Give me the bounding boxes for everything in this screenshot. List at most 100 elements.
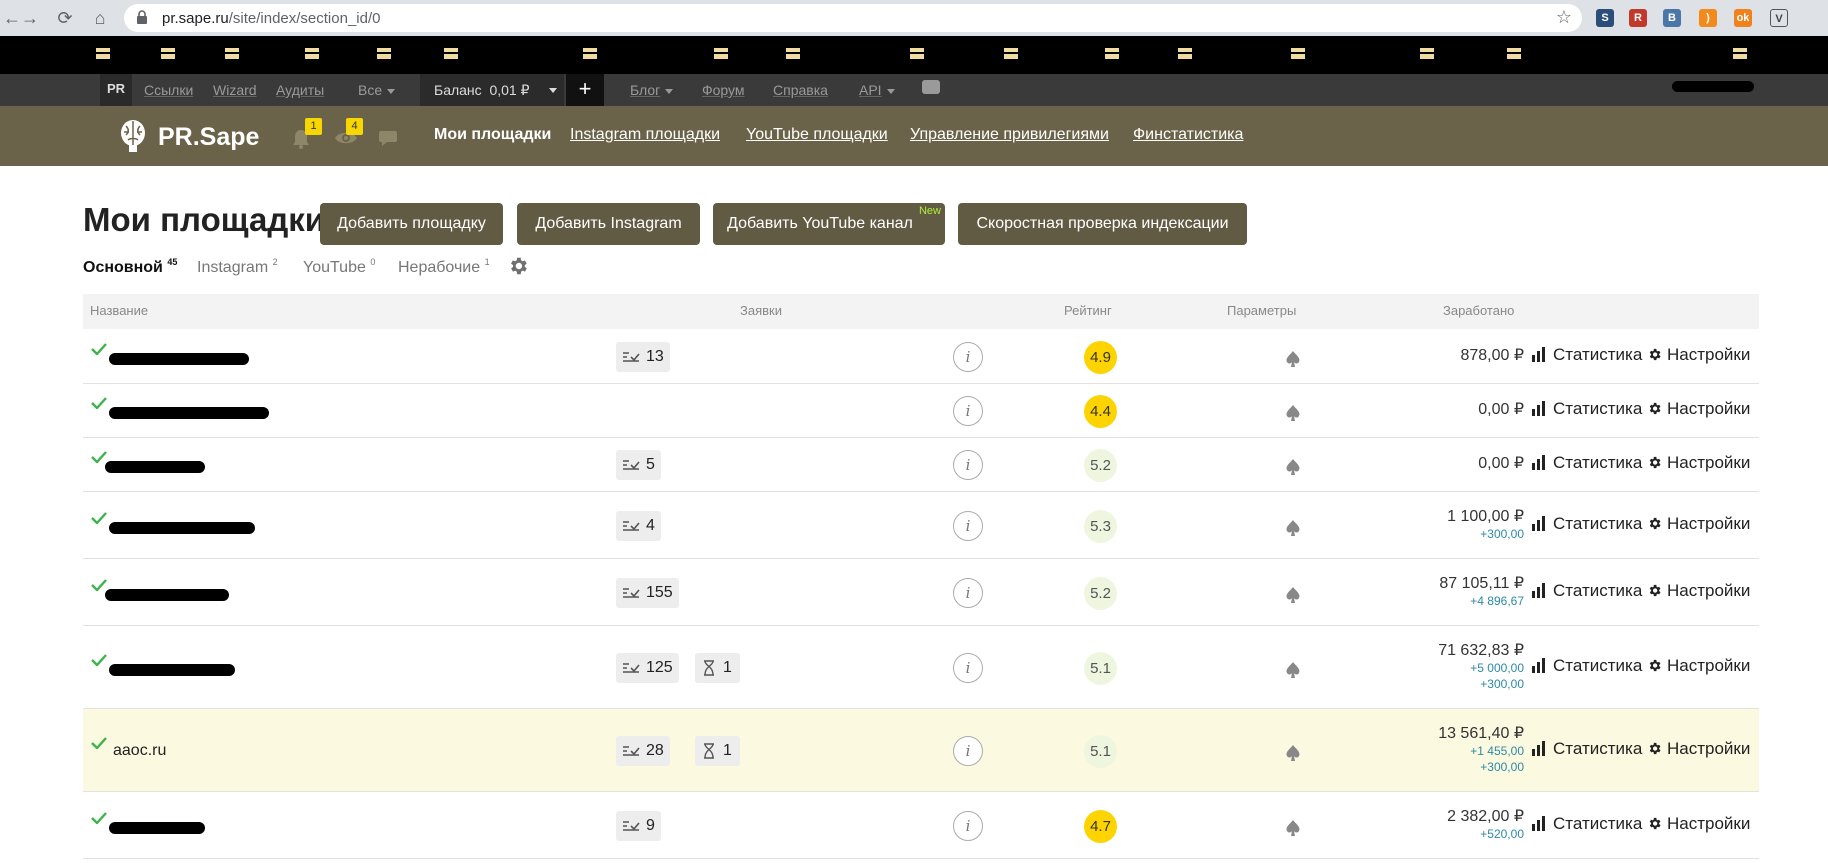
header-rating[interactable]: Рейтинг: [1064, 303, 1112, 318]
add-site-button[interactable]: Добавить площадку: [320, 203, 503, 245]
settings-link[interactable]: Настройки: [1647, 814, 1750, 834]
header-earned[interactable]: Заработано: [1443, 303, 1514, 318]
requests-count-button[interactable]: 28: [616, 735, 670, 766]
nav-my-sites[interactable]: Мои площадки: [434, 126, 551, 144]
add-instagram-button[interactable]: Добавить Instagram: [517, 203, 700, 245]
info-button[interactable]: i: [953, 652, 983, 683]
user-menu[interactable]: [1672, 81, 1754, 92]
address-bar[interactable]: pr.sape.ru/site/index/section_id/0 ☆: [124, 4, 1582, 32]
redacted-site-name[interactable]: [109, 663, 235, 676]
info-button[interactable]: i: [953, 510, 983, 541]
bookmark-folder-icon[interactable]: [1291, 48, 1305, 59]
bookmark-star-icon[interactable]: ☆: [1556, 7, 1572, 28]
settings-link[interactable]: Настройки: [1647, 514, 1750, 534]
strip-links[interactable]: Ссылки: [144, 82, 193, 98]
statistics-link[interactable]: Статистика: [1531, 399, 1642, 419]
strip-help[interactable]: Справка: [773, 82, 828, 98]
spade-icon[interactable]: [1284, 586, 1302, 604]
plus-button[interactable]: +: [566, 74, 604, 106]
bookmark-folder-icon[interactable]: [786, 48, 800, 59]
info-button[interactable]: i: [953, 342, 983, 372]
bookmark-folder-icon[interactable]: [444, 48, 458, 59]
bookmark-folder-icon[interactable]: [1105, 48, 1119, 59]
info-button[interactable]: i: [953, 810, 983, 841]
redacted-site-name[interactable]: [109, 407, 269, 419]
redacted-site-name[interactable]: [109, 353, 249, 365]
chat-icon[interactable]: [922, 80, 940, 94]
redacted-site-name[interactable]: [105, 588, 229, 601]
site-logo[interactable]: PR.Sape: [158, 123, 259, 152]
bookmark-folder-icon[interactable]: [1420, 48, 1434, 59]
section-tab-main[interactable]: Основной 45: [83, 257, 177, 277]
section-tab-youtube[interactable]: YouTube 0: [303, 257, 375, 277]
statistics-link[interactable]: Статистика: [1531, 453, 1642, 473]
add-youtube-button[interactable]: Добавить YouTube канал New: [713, 203, 945, 245]
strip-wizard[interactable]: Wizard: [213, 82, 257, 98]
info-button[interactable]: i: [953, 450, 983, 480]
bookmark-folder-icon[interactable]: [96, 48, 110, 59]
spade-icon[interactable]: [1284, 519, 1302, 537]
bookmark-folder-icon[interactable]: [377, 48, 391, 59]
balance-box[interactable]: Баланс 0,01 ₽: [420, 74, 564, 106]
index-check-button[interactable]: Скоростная проверка индексации: [958, 203, 1247, 245]
home-icon[interactable]: ⌂: [88, 6, 112, 30]
statistics-link[interactable]: Статистика: [1531, 581, 1642, 601]
strip-pr-tab[interactable]: PR: [100, 74, 132, 106]
strip-audits[interactable]: Аудиты: [276, 82, 324, 98]
bookmark-folder-icon[interactable]: [1004, 48, 1018, 59]
statistics-link[interactable]: Статистика: [1531, 739, 1642, 759]
spade-icon[interactable]: [1284, 350, 1302, 368]
redacted-site-name[interactable]: [105, 461, 205, 473]
section-tab-inactive[interactable]: Нерабочие 1: [398, 257, 490, 277]
shield-extension-icon[interactable]: V: [1770, 9, 1788, 27]
strip-forum[interactable]: Форум: [702, 82, 745, 98]
section-tab-instagram[interactable]: Instagram 2: [197, 257, 278, 277]
requests-count-button[interactable]: 125: [616, 652, 679, 683]
site-name-link[interactable]: aaoc.ru: [113, 742, 166, 760]
requests-count-button[interactable]: 9: [616, 810, 661, 841]
strip-api-dropdown[interactable]: API: [859, 82, 895, 98]
nav-finstats[interactable]: Финстатистика: [1133, 126, 1243, 144]
spade-icon[interactable]: [1284, 458, 1302, 476]
settings-link[interactable]: Настройки: [1647, 656, 1750, 676]
statistics-link[interactable]: Статистика: [1531, 514, 1642, 534]
bookmark-folder-icon[interactable]: [161, 48, 175, 59]
bookmark-folder-icon[interactable]: [1733, 48, 1747, 59]
vk-extension-icon[interactable]: B: [1663, 9, 1681, 27]
nav-privileges[interactable]: Управление привилегиями: [910, 126, 1109, 144]
settings-link[interactable]: Настройки: [1647, 739, 1750, 759]
bookmark-folder-icon[interactable]: [1178, 48, 1192, 59]
requests-count-button[interactable]: 4: [616, 510, 661, 541]
bookmark-folder-icon[interactable]: [1507, 48, 1521, 59]
bookmark-folder-icon[interactable]: [714, 48, 728, 59]
spade-icon[interactable]: [1284, 819, 1302, 837]
strip-all-dropdown[interactable]: Все: [358, 82, 396, 98]
settings-link[interactable]: Настройки: [1647, 399, 1750, 419]
redacted-site-name[interactable]: [109, 821, 205, 834]
info-button[interactable]: i: [953, 735, 983, 766]
pending-count-button[interactable]: 1: [695, 652, 740, 683]
chat-icon[interactable]: [378, 130, 398, 146]
settings-link[interactable]: Настройки: [1647, 345, 1750, 365]
nav-instagram-sites[interactable]: Instagram площадки: [570, 126, 720, 144]
spade-icon[interactable]: [1284, 404, 1302, 422]
ok-extension-icon[interactable]: ok: [1734, 9, 1752, 27]
info-button[interactable]: i: [953, 577, 983, 608]
statistics-link[interactable]: Статистика: [1531, 345, 1642, 365]
bookmark-folder-icon[interactable]: [583, 48, 597, 59]
nav-youtube-sites[interactable]: YouTube площадки: [746, 126, 888, 144]
spade-icon[interactable]: [1284, 744, 1302, 762]
header-name[interactable]: Название: [90, 303, 148, 318]
requests-count-button[interactable]: 5: [616, 450, 661, 480]
gear-icon[interactable]: [507, 255, 529, 277]
statistics-link[interactable]: Статистика: [1531, 656, 1642, 676]
extension-icon[interactable]: R: [1629, 9, 1647, 27]
brain-logo-icon[interactable]: [118, 118, 148, 154]
info-button[interactable]: i: [953, 396, 983, 426]
requests-count-button[interactable]: 13: [616, 342, 670, 372]
settings-link[interactable]: Настройки: [1647, 453, 1750, 473]
strip-blog-dropdown[interactable]: Блог: [630, 82, 674, 98]
spade-icon[interactable]: [1284, 661, 1302, 679]
requests-count-button[interactable]: 155: [616, 577, 679, 608]
statistics-link[interactable]: Статистика: [1531, 814, 1642, 834]
